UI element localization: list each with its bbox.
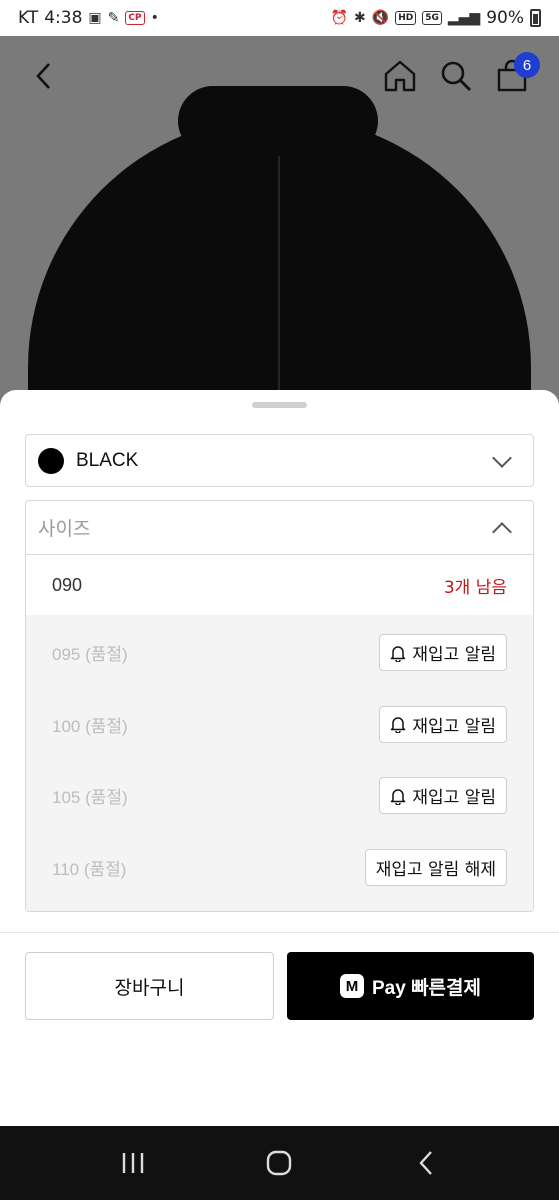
black-padded-jacket-image	[28, 86, 531, 416]
system-navigation-bar	[0, 1126, 559, 1200]
chevron-up-icon	[492, 521, 512, 542]
bell-icon	[391, 717, 406, 734]
size-option-label: 090	[52, 574, 83, 595]
bluetooth-icon: ✱	[354, 10, 366, 26]
size-option-095: 095 (품절) 재입고 알림	[26, 617, 533, 689]
cancel-restock-alert-button[interactable]: 재입고 알림 해제	[364, 848, 507, 886]
back-arrow-icon	[36, 63, 50, 89]
network-5g-icon: 5G	[422, 11, 442, 25]
bell-icon	[391, 789, 406, 805]
m-pay-logo: M	[339, 974, 364, 998]
divider	[0, 932, 559, 933]
cart-count-badge: 6	[514, 52, 540, 78]
recent-apps-icon	[122, 1153, 144, 1173]
size-select-placeholder: 사이즈	[38, 518, 91, 540]
gallery-notification-icon: ▣	[88, 10, 102, 26]
battery-icon	[530, 9, 541, 27]
back-button[interactable]	[22, 54, 66, 98]
size-option-105: 105 (품절) 재입고 알림	[26, 760, 533, 832]
restock-alert-label: 재입고 알림	[412, 788, 496, 809]
sold-out-size-label: 095 (품절)	[52, 645, 128, 665]
search-button[interactable]	[434, 54, 478, 98]
size-option-100: 100 (품절) 재입고 알림	[26, 689, 533, 761]
option-bottom-sheet: BLACK 사이즈 090 3개 남음 095 (품절) 재입고 알림 100 …	[0, 390, 559, 1126]
clock: 4:38	[44, 8, 83, 28]
color-select[interactable]: BLACK	[25, 434, 534, 487]
mute-icon: 🔇	[371, 10, 390, 26]
home-button[interactable]	[378, 54, 422, 98]
back-chevron-icon	[419, 1151, 432, 1175]
recent-apps-button[interactable]	[108, 1143, 158, 1183]
size-select-header[interactable]: 사이즈	[26, 501, 533, 555]
bell-icon	[391, 646, 406, 662]
home-icon	[384, 60, 416, 92]
add-to-cart-label: 장바구니	[114, 976, 185, 999]
chevron-down-icon	[492, 447, 512, 468]
sold-out-size-label: 105 (품절)	[52, 788, 128, 808]
battery-percent: 90%	[486, 8, 524, 28]
alarm-icon: ⏰	[330, 10, 349, 26]
restock-alert-button[interactable]: 재입고 알림	[379, 777, 507, 815]
back-system-button[interactable]	[401, 1143, 451, 1183]
sheet-drag-handle[interactable]	[252, 402, 307, 408]
cp-notification-icon: CP	[125, 11, 145, 25]
sold-out-size-label: 100 (품절)	[52, 716, 128, 736]
top-navigation: 6	[0, 36, 559, 116]
restock-alert-button[interactable]: 재입고 알림	[379, 634, 507, 672]
size-option-110: 110 (품절) 재입고 알림 해제	[26, 832, 533, 904]
restock-alert-button[interactable]: 재입고 알림	[379, 705, 507, 743]
home-circle-icon	[267, 1150, 292, 1176]
quick-pay-label: Pay 빠른결제	[371, 977, 481, 999]
signal-icon: ▂▄▆	[447, 10, 481, 26]
add-to-cart-button[interactable]: 장바구니	[25, 952, 274, 1020]
cart-button[interactable]: 6	[490, 52, 540, 98]
quick-pay-button[interactable]: M Pay 빠른결제	[287, 952, 534, 1020]
search-icon	[441, 61, 471, 91]
size-select: 사이즈 090 3개 남음 095 (품절) 재입고 알림 100 (품절) 재…	[25, 500, 534, 912]
sold-out-size-list: 095 (품절) 재입고 알림 100 (품절) 재입고 알림 105 (품절)…	[26, 615, 533, 911]
cancel-restock-alert-label: 재입고 알림 해제	[375, 859, 496, 880]
color-select-value: BLACK	[76, 449, 139, 471]
hd-voice-icon: HD	[395, 11, 417, 25]
carrier-label: KT	[18, 8, 39, 28]
size-option-090[interactable]: 090 3개 남음	[26, 555, 533, 615]
sold-out-size-label: 110 (품절)	[52, 859, 127, 879]
restock-alert-label: 재입고 알림	[412, 645, 496, 666]
status-bar: KT 4:38 ▣ ✎ CP • ⏰ ✱ 🔇 HD 5G ▂▄▆ 90%	[0, 0, 559, 36]
restock-alert-label: 재입고 알림	[412, 716, 496, 737]
pill-notification-icon: ✎	[107, 10, 120, 26]
stock-remaining-text: 3개 남음	[443, 577, 507, 598]
color-swatch	[38, 447, 64, 474]
home-system-button[interactable]	[254, 1143, 304, 1183]
more-notifications-icon: •	[150, 10, 159, 26]
